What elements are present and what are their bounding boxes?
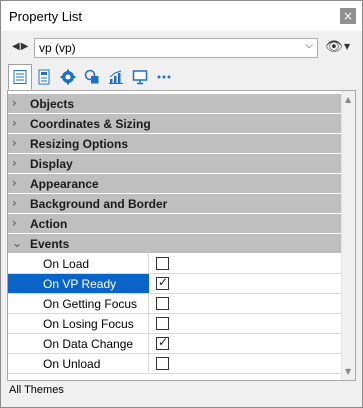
chevron-down-icon: ⌄: [12, 236, 23, 250]
status-bar: All Themes: [7, 383, 356, 401]
more-icon[interactable]: [152, 64, 176, 90]
event-row-on-getting-focus[interactable]: On Getting Focus: [8, 294, 342, 314]
chart-icon[interactable]: [104, 64, 128, 90]
property-list-window: Property List × ◀▶ vp (vp) ⌵ 👁 ▼ › Objec…: [0, 0, 363, 408]
document-icon[interactable]: [32, 64, 56, 90]
category-label: Coordinates & Sizing: [30, 117, 151, 131]
category-display[interactable]: › Display: [8, 154, 342, 174]
close-icon[interactable]: ×: [340, 8, 356, 24]
event-checkbox[interactable]: [156, 317, 169, 330]
event-label: On Load: [43, 257, 90, 271]
chevron-right-icon: ›: [12, 196, 17, 210]
category-label: Action: [30, 217, 68, 231]
category-events[interactable]: ⌄ Events: [8, 234, 342, 254]
event-row-on-unload[interactable]: On Unload: [8, 354, 342, 374]
chevron-down-icon: ⌵: [305, 40, 313, 51]
list-icon[interactable]: [8, 64, 32, 90]
event-label: On Unload: [43, 357, 101, 371]
event-row-on-load[interactable]: On Load: [8, 254, 342, 274]
event-checkbox[interactable]: [156, 357, 169, 370]
check-icon: ✓: [158, 275, 169, 289]
category-label: Objects: [30, 97, 75, 111]
event-row-on-vp-ready[interactable]: On VP Ready ✓: [8, 274, 342, 294]
event-checkbox[interactable]: [156, 257, 169, 270]
category-label: Events: [30, 237, 70, 251]
chevron-right-icon: ›: [12, 176, 17, 190]
back-forward-icon[interactable]: ◀▶: [12, 41, 29, 52]
scroll-up-icon[interactable]: ▲: [345, 95, 351, 104]
event-label: On Losing Focus: [43, 317, 134, 331]
status-text: All Themes: [9, 384, 64, 396]
category-appearance[interactable]: › Appearance: [8, 174, 342, 194]
shapes-icon[interactable]: [80, 64, 104, 90]
category-label: Display: [30, 157, 73, 171]
check-icon: ✓: [158, 335, 169, 349]
category-background-border[interactable]: › Background and Border: [8, 194, 342, 214]
property-rows: › Objects › Coordinates & Sizing › Resiz…: [8, 94, 342, 374]
eye-icon[interactable]: 👁: [325, 39, 343, 55]
chevron-right-icon: ›: [12, 216, 17, 230]
chevron-right-icon: ›: [12, 116, 17, 130]
category-coordinates-sizing[interactable]: › Coordinates & Sizing: [8, 114, 342, 134]
category-resizing-options[interactable]: › Resizing Options: [8, 134, 342, 154]
title-bar: Property List ×: [1, 1, 362, 31]
event-checkbox[interactable]: ✓: [156, 275, 169, 290]
visibility-dropdown-icon[interactable]: ▼: [344, 42, 350, 51]
object-selector-row: ◀▶ vp (vp) ⌵ 👁 ▼: [2, 36, 361, 60]
window-title: Property List: [9, 9, 82, 24]
object-selector-value: vp (vp): [39, 41, 76, 55]
event-label: On VP Ready: [43, 277, 117, 291]
scroll-down-icon[interactable]: ▼: [345, 367, 351, 376]
monitor-icon[interactable]: [128, 64, 152, 90]
event-checkbox[interactable]: [156, 297, 169, 310]
property-grid: › Objects › Coordinates & Sizing › Resiz…: [7, 90, 356, 381]
event-row-on-losing-focus[interactable]: On Losing Focus: [8, 314, 342, 334]
property-toolbar: [8, 64, 176, 90]
event-checkbox[interactable]: ✓: [156, 335, 169, 350]
object-selector-dropdown[interactable]: vp (vp) ⌵: [34, 38, 318, 58]
category-objects[interactable]: › Objects: [8, 94, 342, 114]
chevron-right-icon: ›: [12, 156, 17, 170]
event-row-on-data-change[interactable]: On Data Change ✓: [8, 334, 342, 354]
gear-icon[interactable]: [56, 64, 80, 90]
category-action[interactable]: › Action: [8, 214, 342, 234]
category-label: Background and Border: [30, 197, 168, 211]
chevron-right-icon: ›: [12, 136, 17, 150]
category-label: Appearance: [30, 177, 99, 191]
event-label: On Data Change: [43, 337, 134, 351]
category-label: Resizing Options: [30, 137, 129, 151]
event-label: On Getting Focus: [43, 297, 138, 311]
vertical-scrollbar[interactable]: ▲ ▼: [341, 91, 355, 380]
chevron-right-icon: ›: [12, 96, 17, 110]
